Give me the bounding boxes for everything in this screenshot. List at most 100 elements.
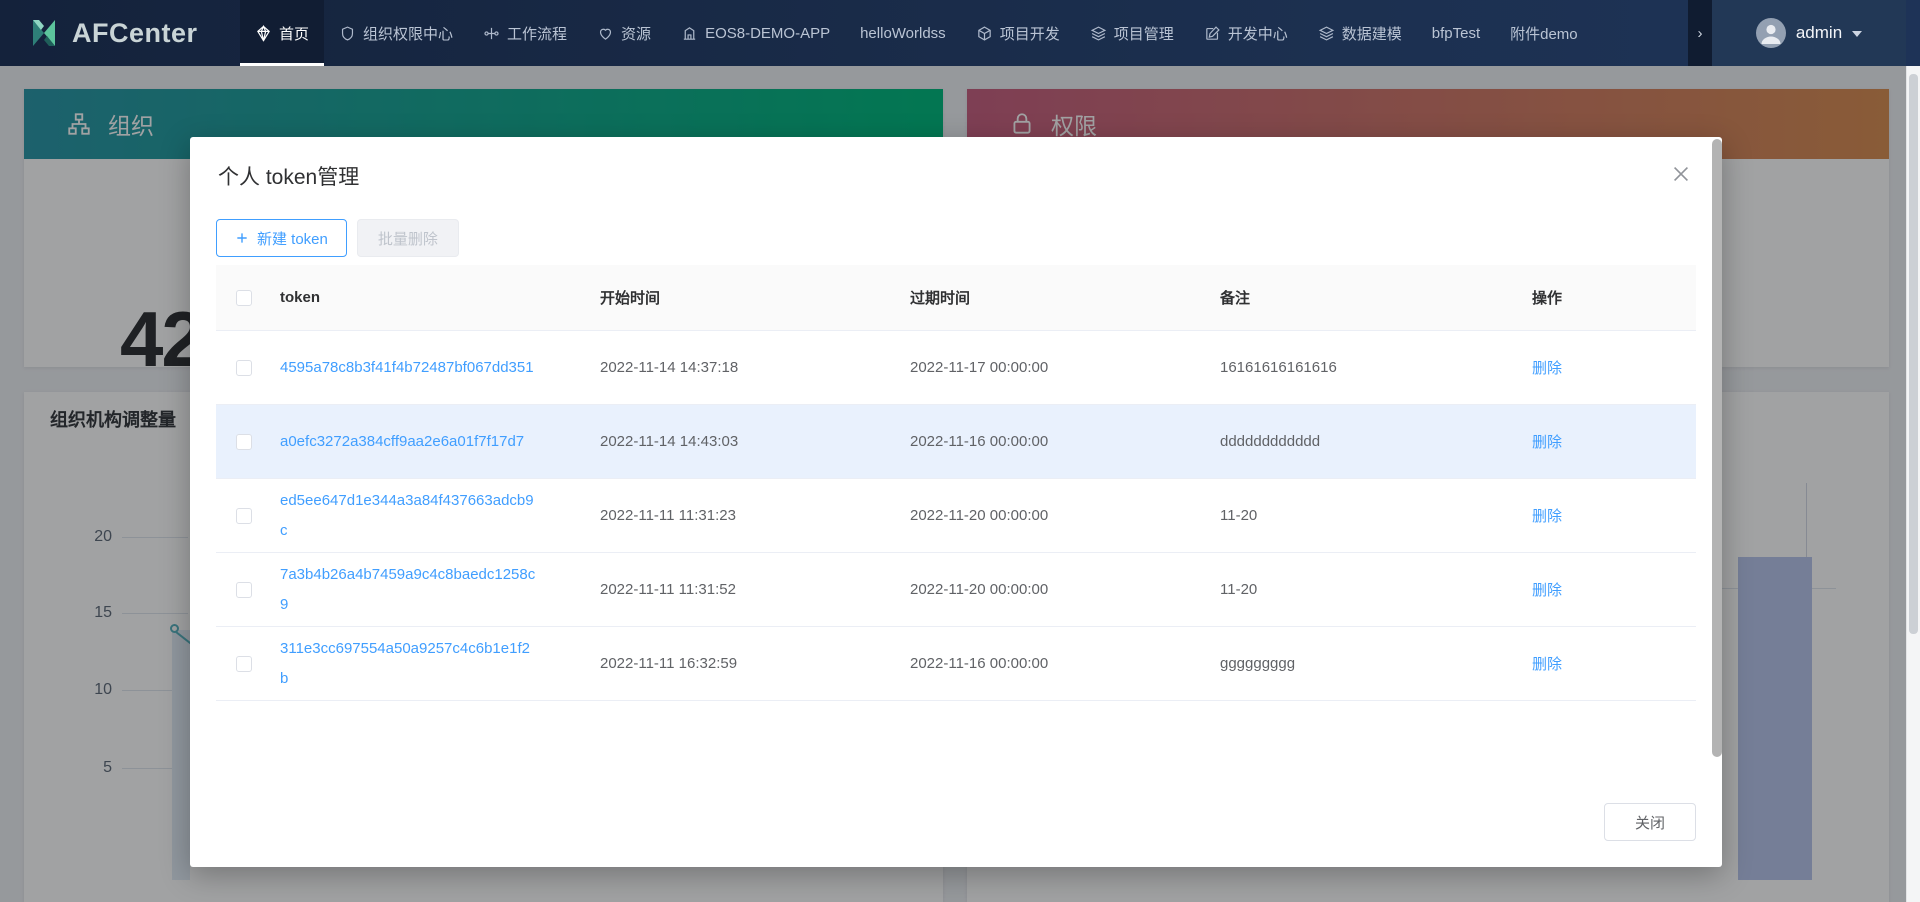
token-link[interactable]: 4595a78c8b3f41f4b72487bf067dd351 [280, 353, 538, 383]
edit-icon [1204, 25, 1221, 42]
nav-label: 开发中心 [1228, 23, 1288, 44]
select-all-checkbox[interactable] [236, 290, 252, 306]
note: 16161616161616 [1212, 359, 1507, 376]
header-expire: 过期时间 [902, 287, 1212, 308]
nav-item-home[interactable]: 首页 [240, 0, 324, 66]
layers-icon [1318, 25, 1335, 42]
username: admin [1796, 23, 1842, 43]
chevron-down-icon [1852, 31, 1862, 37]
chevron-right-icon: › [1698, 25, 1703, 42]
delete-link[interactable]: 删除 [1532, 508, 1562, 525]
nav-label: 资源 [621, 23, 651, 44]
dialog-close-button[interactable]: 关闭 [1604, 803, 1696, 841]
nav-overflow-arrow[interactable]: › [1688, 0, 1712, 66]
cube-icon [976, 25, 993, 42]
token-link[interactable]: a0efc3272a384cff9aa2e6a01f7f17d7 [280, 427, 538, 457]
expire-time: 2022-11-17 00:00:00 [902, 359, 1212, 376]
nav-menu: 首页 组织权限中心 工作流程 资源 EOS8-DEMO-APP helloWor… [240, 0, 1688, 66]
shield-icon [339, 25, 356, 42]
nav-label: bfpTest [1432, 25, 1480, 42]
brand[interactable]: AFCenter [26, 0, 198, 66]
workflow-icon [483, 25, 500, 42]
row-checkbox[interactable] [236, 360, 252, 376]
row-checkbox[interactable] [236, 508, 252, 524]
nav-label: 工作流程 [507, 23, 567, 44]
nav-label: 首页 [279, 23, 309, 44]
expire-time: 2022-11-20 00:00:00 [902, 581, 1212, 598]
expire-time: 2022-11-20 00:00:00 [902, 507, 1212, 524]
table-header-row: token 开始时间 过期时间 备注 操作 [216, 265, 1696, 331]
start-time: 2022-11-14 14:37:18 [592, 359, 902, 376]
token-manager-dialog: 个人 token管理 新建 token 批量删除 token 开始时间 过期时间… [190, 137, 1722, 867]
nav-item-eos8-demo-app[interactable]: EOS8-DEMO-APP [666, 0, 845, 66]
new-token-button[interactable]: 新建 token [216, 219, 347, 257]
nav-label: 项目管理 [1114, 23, 1174, 44]
table-row: 4595a78c8b3f41f4b72487bf067dd351 2022-11… [216, 331, 1696, 405]
start-time: 2022-11-14 14:43:03 [592, 433, 902, 450]
expire-time: 2022-11-16 00:00:00 [902, 433, 1212, 450]
nav-label: helloWorldss [860, 25, 946, 42]
table-row: ed5ee647d1e344a3a84f437663adcb9c 2022-11… [216, 479, 1696, 553]
dialog-toolbar: 新建 token 批量删除 [216, 219, 459, 257]
token-table: token 开始时间 过期时间 备注 操作 4595a78c8b3f41f4b7… [216, 265, 1696, 701]
afcenter-logo-icon [26, 15, 62, 51]
app-icon [681, 25, 698, 42]
nav-label: 数据建模 [1342, 23, 1402, 44]
nav-item-resources[interactable]: 资源 [582, 0, 666, 66]
page-scrollbar[interactable] [1906, 66, 1920, 902]
table-row: 7a3b4b26a4b7459a9c4c8baedc1258c9 2022-11… [216, 553, 1696, 627]
heart-icon [597, 25, 614, 42]
note: 11-20 [1212, 581, 1507, 598]
layers-icon [1090, 25, 1107, 42]
dialog-scrollbar-thumb[interactable] [1712, 139, 1722, 757]
nav-item-dev-center[interactable]: 开发中心 [1189, 0, 1303, 66]
token-link[interactable]: 7a3b4b26a4b7459a9c4c8baedc1258c9 [280, 560, 538, 620]
header-token: token [272, 289, 592, 306]
nav-item-org-perm-center[interactable]: 组织权限中心 [324, 0, 468, 66]
plus-icon [235, 231, 249, 245]
delete-link[interactable]: 删除 [1532, 656, 1562, 673]
nav-label: 组织权限中心 [363, 23, 453, 44]
header-op: 操作 [1507, 287, 1696, 308]
row-checkbox[interactable] [236, 434, 252, 450]
nav-item-workflow[interactable]: 工作流程 [468, 0, 582, 66]
token-link[interactable]: 311e3cc697554a50a9257c4c6b1e1f2b [280, 634, 538, 694]
user-menu[interactable]: admin [1712, 0, 1906, 66]
gem-icon [255, 25, 272, 42]
nav-label: EOS8-DEMO-APP [705, 25, 830, 42]
nav-label: 附件demo [1510, 23, 1578, 44]
delete-link[interactable]: 删除 [1532, 434, 1562, 451]
nav-item-project-mgmt[interactable]: 项目管理 [1075, 0, 1189, 66]
nav-item-data-modeling[interactable]: 数据建模 [1303, 0, 1417, 66]
token-link[interactable]: ed5ee647d1e344a3a84f437663adcb9c [280, 486, 538, 546]
close-icon[interactable] [1670, 163, 1692, 185]
table-row: a0efc3272a384cff9aa2e6a01f7f17d7 2022-11… [216, 405, 1696, 479]
top-navbar: AFCenter 首页 组织权限中心 工作流程 资源 EOS8-DEMO-APP [0, 0, 1920, 66]
nav-item-project-dev[interactable]: 项目开发 [961, 0, 1075, 66]
table-row: 311e3cc697554a50a9257c4c6b1e1f2b 2022-11… [216, 627, 1696, 701]
row-checkbox[interactable] [236, 582, 252, 598]
new-token-label: 新建 token [257, 228, 328, 249]
brand-name: AFCenter [72, 18, 198, 49]
header-start: 开始时间 [592, 287, 902, 308]
avatar [1756, 18, 1786, 48]
nav-item-attachment-demo[interactable]: 附件demo [1495, 0, 1593, 66]
screen: 组织 42 部门 权限 358 资源数量 组织机构调整量 20 15 10 5 [0, 0, 1920, 902]
delete-link[interactable]: 删除 [1532, 582, 1562, 599]
expire-time: 2022-11-16 00:00:00 [902, 655, 1212, 672]
page-scrollbar-thumb[interactable] [1909, 74, 1918, 634]
start-time: 2022-11-11 11:31:23 [592, 507, 902, 524]
note: ggggggggg [1212, 655, 1507, 672]
dialog-title: 个人 token管理 [218, 161, 359, 191]
note: dddddddddddd [1212, 433, 1507, 450]
delete-link[interactable]: 删除 [1532, 360, 1562, 377]
note: 11-20 [1212, 507, 1507, 524]
row-checkbox[interactable] [236, 656, 252, 672]
nav-item-bfptest[interactable]: bfpTest [1417, 0, 1495, 66]
start-time: 2022-11-11 16:32:59 [592, 655, 902, 672]
nav-label: 项目开发 [1000, 23, 1060, 44]
start-time: 2022-11-11 11:31:52 [592, 581, 902, 598]
header-note: 备注 [1212, 287, 1507, 308]
nav-item-helloworldss[interactable]: helloWorldss [845, 0, 961, 66]
batch-delete-button[interactable]: 批量删除 [357, 219, 459, 257]
